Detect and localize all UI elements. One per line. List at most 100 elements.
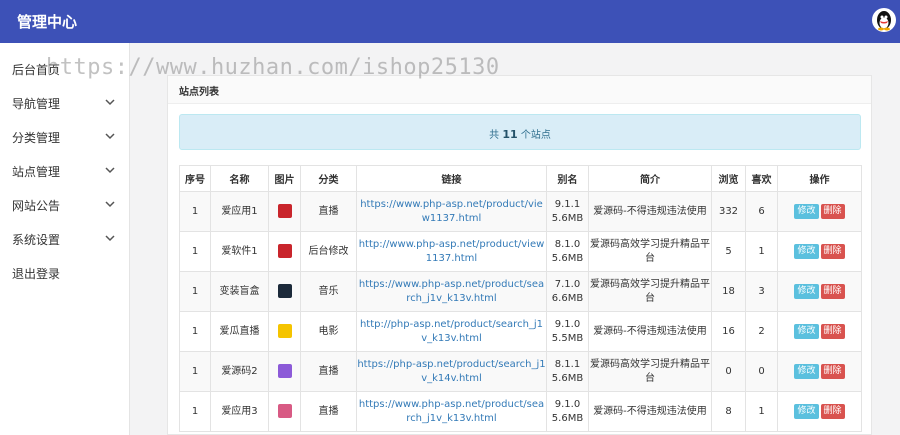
cell-alias: 8.1.0 5.6MB (546, 231, 589, 272)
user-avatar[interactable] (872, 8, 896, 32)
cell-actions: 修改 删除 (777, 231, 862, 272)
cell-likes: 0 (745, 351, 778, 392)
col-header-views: 浏览 (711, 165, 746, 192)
sidebar-item-announcements[interactable]: 网站公告 (0, 189, 130, 223)
cell-alias: 7.1.0 6.6MB (546, 271, 589, 312)
delete-button[interactable]: 删除 (820, 404, 845, 419)
cell-name: 爱源码2 (210, 351, 269, 392)
cell-likes: 2 (745, 311, 778, 352)
col-header-link: 链接 (356, 165, 547, 192)
col-header-image: 图片 (268, 165, 301, 192)
top-navbar: 管理中心 (0, 0, 900, 43)
sidebar-item-dashboard[interactable]: 后台首页 (0, 53, 130, 87)
chevron-down-icon (105, 133, 115, 140)
table-row: 1 爱应用1 直播 https://www.php-asp.net/product/v… (179, 191, 862, 232)
cell-name: 爱应用3 (210, 391, 269, 432)
site-thumbnail-icon (277, 244, 292, 258)
site-count-suffix: 个站点 (520, 130, 551, 141)
cell-image (268, 311, 301, 352)
site-thumbnail-icon (277, 404, 292, 418)
cell-likes: 1 (745, 391, 778, 432)
col-header-name: 名称 (210, 165, 269, 192)
cell-link[interactable]: https://www.php-asp.net/product/search_j… (356, 391, 547, 432)
cell-description: 爱源码-不得违规违法使用 (588, 311, 712, 352)
chevron-down-icon (105, 99, 115, 106)
cell-link[interactable]: http://www.php-asp.net/product/view1137.… (356, 231, 547, 272)
panel-title: 站点列表 (179, 87, 219, 98)
edit-button[interactable]: 修改 (794, 284, 819, 299)
cell-category: 直播 (300, 191, 357, 232)
site-thumbnail-icon (277, 324, 292, 338)
delete-button[interactable]: 删除 (820, 244, 845, 259)
table-row: 1 爱软件1 后台修改 http://www.php-asp.net/product/… (179, 231, 862, 272)
cell-alias: 9.1.1 5.6MB (546, 191, 589, 232)
panel-header: 站点列表 (168, 76, 871, 104)
delete-button[interactable]: 删除 (820, 324, 845, 339)
site-thumbnail-icon (277, 284, 292, 298)
cell-category: 音乐 (300, 271, 357, 312)
cell-index: 1 (179, 231, 211, 272)
cell-link[interactable]: http://php-asp.net/product/search_j1v_k1… (356, 311, 547, 352)
cell-actions: 修改 删除 (777, 391, 862, 432)
cell-views: 18 (711, 271, 746, 312)
qq-penguin-icon (877, 11, 891, 31)
table-row: 1 爱源码2 直播 https://php-asp.net/product/searc… (179, 351, 862, 392)
cell-alias: 9.1.0 5.6MB (546, 391, 589, 432)
edit-button[interactable]: 修改 (794, 204, 819, 219)
cell-index: 1 (179, 191, 211, 232)
col-header-actions: 操作 (777, 165, 862, 192)
sidebar-item-label: 导航管理 (12, 97, 61, 111)
cell-category: 直播 (300, 391, 357, 432)
edit-button[interactable]: 修改 (794, 244, 819, 259)
site-thumbnail-icon (277, 204, 292, 218)
cell-name: 爱瓜直播 (210, 311, 269, 352)
edit-button[interactable]: 修改 (794, 364, 819, 379)
site-count-value: 11 (502, 128, 518, 141)
cell-link[interactable]: https://php-asp.net/product/search_j1v_k… (356, 351, 547, 392)
cell-views: 0 (711, 351, 746, 392)
cell-likes: 6 (745, 191, 778, 232)
cell-image (268, 271, 301, 312)
cell-views: 8 (711, 391, 746, 432)
sidebar-item-label: 退出登录 (12, 267, 61, 281)
cell-views: 332 (711, 191, 746, 232)
cell-likes: 1 (745, 231, 778, 272)
site-thumbnail-icon (277, 364, 292, 378)
chevron-down-icon (105, 235, 115, 242)
sidebar-item-label: 系统设置 (12, 233, 61, 247)
col-header-likes: 喜欢 (745, 165, 778, 192)
sidebar-item-navigation[interactable]: 导航管理 (0, 87, 130, 121)
edit-button[interactable]: 修改 (794, 404, 819, 419)
sidebar-item-sites[interactable]: 站点管理 (0, 155, 130, 189)
site-list-panel: 站点列表 共 11 个站点 序号 名称 图片 分类 链接 别名 简介 浏览 喜欢… (167, 75, 872, 435)
cell-link[interactable]: https://www.php-asp.net/product/search_j… (356, 271, 547, 312)
sidebar-item-categories[interactable]: 分类管理 (0, 121, 130, 155)
sidebar-item-settings[interactable]: 系统设置 (0, 223, 130, 257)
delete-button[interactable]: 删除 (820, 284, 845, 299)
sidebar-item-label: 站点管理 (12, 165, 61, 179)
delete-button[interactable]: 删除 (820, 204, 845, 219)
cell-description: 爱源码高效学习提升精品平台 (588, 351, 712, 392)
table-row: 1 爱应用3 直播 https://www.php-asp.net/product/s… (179, 391, 862, 432)
cell-description: 爱源码高效学习提升精品平台 (588, 271, 712, 312)
cell-image (268, 351, 301, 392)
cell-index: 1 (179, 311, 211, 352)
chevron-down-icon (105, 167, 115, 174)
cell-image (268, 231, 301, 272)
cell-link[interactable]: https://www.php-asp.net/product/view1137… (356, 191, 547, 232)
sidebar-item-label: 分类管理 (12, 131, 61, 145)
site-table: 序号 名称 图片 分类 链接 别名 简介 浏览 喜欢 操作 1 爱应用1 直播 htt… (179, 165, 862, 432)
app-title: 管理中心 (17, 13, 78, 31)
table-row: 1 变装盲盒 音乐 https://www.php-asp.net/product/s… (179, 271, 862, 312)
cell-actions: 修改 删除 (777, 351, 862, 392)
cell-category: 电影 (300, 311, 357, 352)
delete-button[interactable]: 删除 (820, 364, 845, 379)
cell-index: 1 (179, 271, 211, 312)
table-row: 1 爱瓜直播 电影 http://php-asp.net/product/search… (179, 311, 862, 352)
cell-description: 爱源码-不得违规违法使用 (588, 391, 712, 432)
sidebar-item-logout[interactable]: 退出登录 (0, 257, 130, 291)
chevron-down-icon (105, 201, 115, 208)
cell-likes: 3 (745, 271, 778, 312)
edit-button[interactable]: 修改 (794, 324, 819, 339)
cell-name: 变装盲盒 (210, 271, 269, 312)
